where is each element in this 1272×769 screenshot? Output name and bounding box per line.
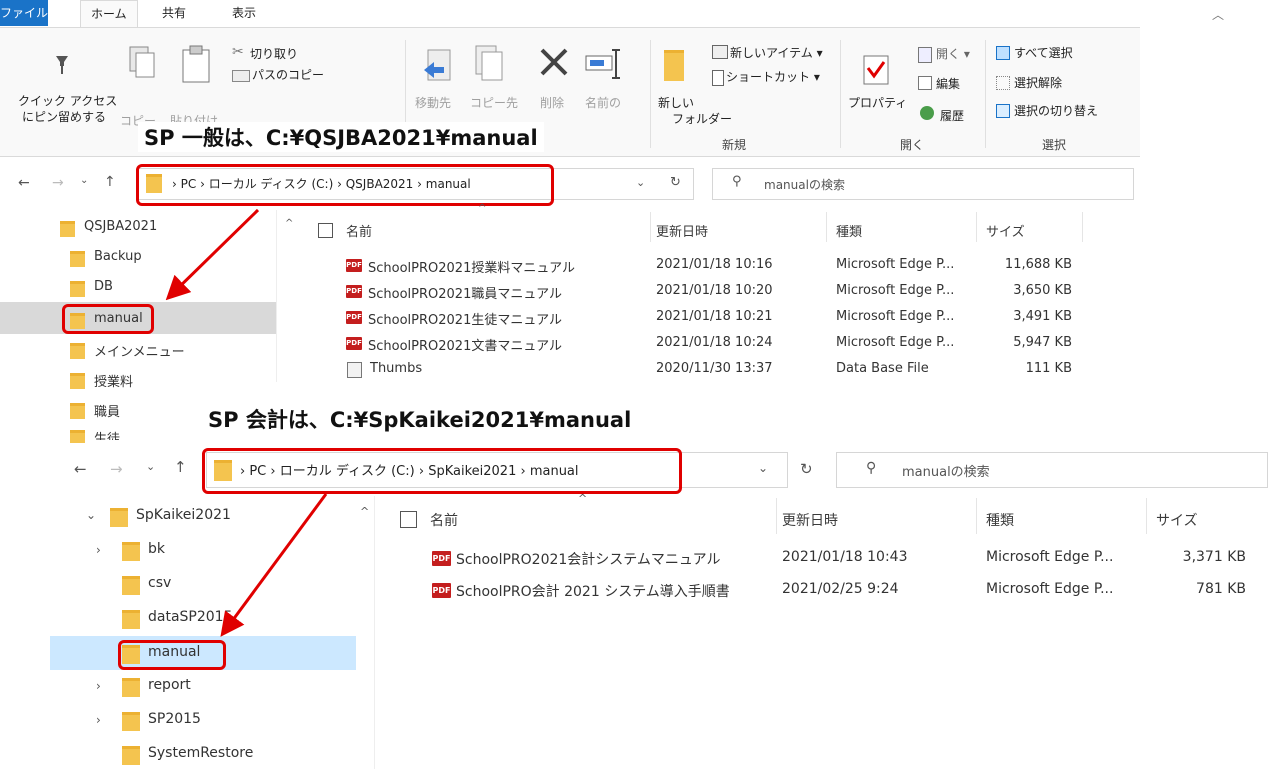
arrow-to-manual-top: [165, 208, 260, 301]
arrow-to-manual-bottom: [220, 493, 328, 637]
annotation-arrows: [165, 208, 328, 637]
